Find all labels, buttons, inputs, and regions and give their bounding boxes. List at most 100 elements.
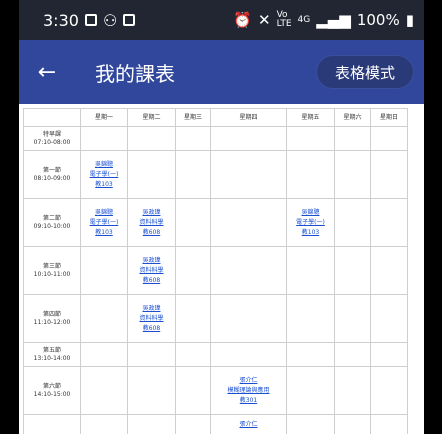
empty-cell bbox=[80, 294, 128, 343]
period-name: 第五節 bbox=[42, 346, 61, 354]
day-header: 星期四 bbox=[210, 108, 287, 127]
timetable-header-row: 星期一 星期二 星期三 星期四 星期五 星期六 星期日 bbox=[23, 108, 408, 127]
empty-cell bbox=[175, 246, 211, 295]
battery-icon: ▮ bbox=[405, 11, 414, 29]
empty-cell bbox=[286, 366, 335, 415]
back-arrow-icon[interactable]: ← bbox=[19, 40, 75, 104]
period-time: 08:10-09:00 bbox=[33, 174, 71, 182]
empty-cell bbox=[334, 342, 371, 367]
period-name: 第二節 bbox=[42, 214, 61, 222]
course-room[interactable]: 教103 bbox=[81, 180, 127, 190]
empty-cell bbox=[127, 342, 176, 367]
period-label: 第六節 14:10-15:00 bbox=[23, 366, 81, 415]
day-header: 星期五 bbox=[286, 108, 335, 127]
header-corner bbox=[23, 108, 81, 127]
course-cell[interactable]: 吳錦聰 電子學(一) 教103 bbox=[80, 150, 128, 199]
empty-cell bbox=[210, 294, 287, 343]
empty-cell bbox=[127, 150, 176, 199]
course-name[interactable]: 電子學(一) bbox=[81, 218, 127, 228]
period-name: 特早課 bbox=[42, 130, 61, 138]
empty-cell bbox=[127, 366, 176, 415]
empty-cell bbox=[334, 414, 371, 434]
period-row: 第二節 09:10-10:00 吳錦聰 電子學(一) 教103 吳政瑋 資料科學 教608 吳錦… bbox=[23, 198, 408, 247]
empty-cell bbox=[210, 198, 287, 247]
app-bar: ← 我的課表 表格模式 bbox=[19, 40, 424, 104]
period-time: 11:10-12:00 bbox=[33, 318, 71, 326]
period-label: 第二節 09:10-10:00 bbox=[23, 198, 81, 247]
course-room[interactable]: 教608 bbox=[128, 276, 175, 286]
course-cell[interactable]: 張介仁 模糊理論與應用 教301 bbox=[210, 366, 287, 415]
course-name[interactable]: 資料科學 bbox=[128, 266, 175, 276]
empty-cell bbox=[370, 198, 408, 247]
course-teacher[interactable]: 張介仁 bbox=[211, 376, 286, 386]
course-room[interactable]: 教301 bbox=[211, 396, 286, 406]
empty-cell bbox=[286, 246, 335, 295]
incognito-icon: ⚇ bbox=[102, 10, 118, 30]
course-name[interactable]: 電子學(一) bbox=[81, 170, 127, 180]
period-name: 第六節 bbox=[42, 382, 61, 390]
course-name[interactable]: 資料科學 bbox=[128, 314, 175, 324]
course-cell[interactable]: 吳政瑋 資料科學 教608 bbox=[127, 198, 176, 247]
day-header: 星期一 bbox=[80, 108, 128, 127]
course-name[interactable]: 電子學(一) bbox=[287, 218, 334, 228]
empty-cell bbox=[286, 126, 335, 151]
period-row: 第一節 08:10-09:00 吳錦聰 電子學(一) 教103 bbox=[23, 150, 408, 199]
course-name[interactable]: 資料科學 bbox=[128, 218, 175, 228]
battery-label: 100% bbox=[356, 11, 400, 29]
empty-cell bbox=[370, 246, 408, 295]
page-title: 我的課表 bbox=[95, 61, 175, 86]
period-name: 第四節 bbox=[42, 310, 61, 318]
course-room[interactable]: 教608 bbox=[128, 228, 175, 238]
empty-cell bbox=[370, 342, 408, 367]
course-cell[interactable]: 吳政瑋 資料科學 教608 bbox=[127, 246, 176, 295]
course-name[interactable]: 模糊理論與應用 bbox=[211, 386, 286, 396]
volte-icon: Vo LTE bbox=[276, 10, 292, 29]
course-room[interactable]: 教608 bbox=[128, 324, 175, 334]
course-cell[interactable]: 吳錦聰 電子學(一) 教103 bbox=[286, 198, 335, 247]
course-teacher[interactable]: 吳錦聰 bbox=[81, 160, 127, 170]
timetable: 星期一 星期二 星期三 星期四 星期五 星期六 星期日 特早課 07:10-08:00 第一節 0… bbox=[23, 108, 408, 434]
period-time: 09:10-10:00 bbox=[33, 222, 71, 230]
day-header: 星期六 bbox=[334, 108, 371, 127]
photo-icon bbox=[84, 14, 97, 26]
period-label bbox=[23, 414, 81, 434]
period-time: 10:10-11:00 bbox=[33, 270, 71, 278]
course-cell[interactable]: 吳政瑋 資料科學 教608 bbox=[127, 294, 176, 343]
course-room[interactable]: 教103 bbox=[287, 228, 334, 238]
course-teacher[interactable]: 吳錦聰 bbox=[81, 208, 127, 218]
course-teacher[interactable]: 張介仁 bbox=[211, 420, 286, 430]
empty-cell bbox=[286, 150, 335, 199]
course-teacher[interactable]: 吳政瑋 bbox=[128, 256, 175, 266]
period-label: 第一節 08:10-09:00 bbox=[23, 150, 81, 199]
empty-cell bbox=[210, 126, 287, 151]
empty-cell bbox=[80, 246, 128, 295]
empty-cell bbox=[127, 126, 176, 151]
course-teacher[interactable]: 吳錦聰 bbox=[287, 208, 334, 218]
period-row: 第六節 14:10-15:00 張介仁 模糊理論與應用 教301 bbox=[23, 366, 408, 415]
message-icon bbox=[123, 14, 136, 26]
period-label: 第四節 11:10-12:00 bbox=[23, 294, 81, 343]
empty-cell bbox=[370, 150, 408, 199]
empty-cell bbox=[175, 150, 211, 199]
status-time: 3:30 bbox=[43, 10, 79, 30]
period-name: 第一節 bbox=[42, 166, 61, 174]
course-room[interactable]: 教103 bbox=[81, 228, 127, 238]
course-cell[interactable]: 張介仁 bbox=[210, 414, 287, 434]
empty-cell bbox=[286, 294, 335, 343]
table-mode-button[interactable]: 表格模式 bbox=[315, 55, 414, 89]
empty-cell bbox=[175, 198, 211, 247]
period-row: 第四節 11:10-12:00 吳政瑋 資料科學 教608 bbox=[23, 294, 408, 343]
empty-cell bbox=[334, 246, 371, 295]
empty-cell bbox=[334, 294, 371, 343]
period-time: 14:10-15:00 bbox=[33, 390, 71, 398]
period-name: 第三節 bbox=[42, 262, 61, 270]
course-teacher[interactable]: 吳政瑋 bbox=[128, 208, 175, 218]
empty-cell bbox=[370, 366, 408, 415]
course-cell[interactable]: 吳錦聰 電子學(一) 教103 bbox=[80, 198, 128, 247]
course-teacher[interactable]: 吳政瑋 bbox=[128, 304, 175, 314]
timetable-container[interactable]: 星期一 星期二 星期三 星期四 星期五 星期六 星期日 特早課 07:10-08:00 第一節 0… bbox=[19, 104, 424, 434]
period-row: 第三節 10:10-11:00 吳政瑋 資料科學 教608 bbox=[23, 246, 408, 295]
empty-cell bbox=[286, 414, 335, 434]
status-bar: 3:30 ⚇ ⏰ ✕ Vo LTE 4G ▂▄▆ 100% ▮ bbox=[19, 0, 424, 40]
empty-cell bbox=[286, 342, 335, 367]
